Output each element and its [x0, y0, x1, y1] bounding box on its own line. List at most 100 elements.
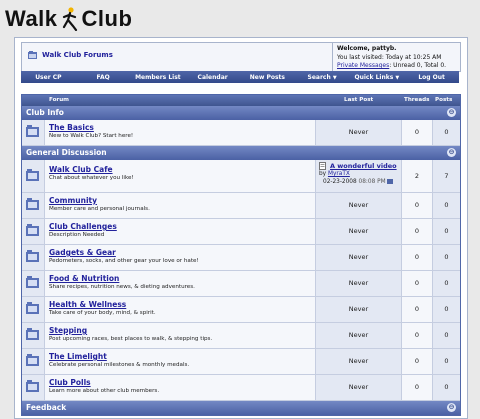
forum-home-icon — [28, 51, 37, 59]
forum-link[interactable]: Stepping — [49, 326, 87, 335]
forum-row-gadgets-gear: Gadgets & Gear Pedometers, socks, and ot… — [22, 245, 460, 271]
menu-members-list-label: Members List — [135, 73, 181, 81]
go-to-post-icon[interactable] — [386, 179, 393, 184]
last-post-value: Never — [348, 201, 369, 209]
menu-search[interactable]: Search ▼ — [295, 74, 350, 81]
collapse-icon[interactable]: ⊖ — [447, 108, 456, 117]
menu-new-posts-label: New Posts — [249, 73, 285, 81]
category-name: Club Info — [26, 108, 64, 117]
forum-description: Pedometers, socks, and other gear your l… — [49, 258, 199, 264]
thread-count: 0 — [414, 253, 420, 261]
thread-count: 0 — [414, 331, 420, 339]
post-count: 7 — [444, 172, 449, 180]
category-general-discussion[interactable]: General Discussion ⊖ — [22, 146, 460, 160]
site-logo[interactable]: Walk Club — [5, 4, 132, 34]
forum-link[interactable]: Community — [49, 196, 97, 205]
forum-link[interactable]: Food & Nutrition — [49, 274, 119, 283]
chevron-down-icon: ▼ — [332, 74, 337, 81]
forum-link[interactable]: Gadgets & Gear — [49, 248, 116, 257]
forum-description: New to Walk Club? Start here! — [49, 133, 134, 139]
post-count: 0 — [444, 383, 449, 391]
forum-row-club-polls: Club Polls Learn more about other club m… — [22, 375, 460, 401]
col-last-post: Last Post — [344, 97, 374, 103]
collapse-icon[interactable]: ⊖ — [447, 403, 456, 412]
document-icon — [319, 162, 326, 170]
menu-log-out[interactable]: Log Out — [404, 74, 459, 81]
last-post-author: by MyraTX — [319, 171, 350, 177]
menu-calendar-label: Calendar — [197, 73, 228, 81]
forum-link[interactable]: The Limelight — [49, 352, 107, 361]
post-count: 0 — [444, 279, 449, 287]
forum-folder-icon — [26, 198, 39, 210]
last-post-value: Never — [348, 357, 369, 365]
post-count: 0 — [444, 201, 449, 209]
menu-faq-label: FAQ — [96, 73, 110, 81]
menu-members-list[interactable]: Members List — [131, 74, 186, 81]
logo-text-walk: Walk — [5, 6, 58, 31]
category-club-info[interactable]: Club Info ⊖ — [22, 106, 460, 120]
forum-folder-icon — [26, 169, 39, 181]
last-post-value: Never — [348, 279, 369, 287]
last-visited-text: You last visited: Today at 10:25 AM — [337, 53, 442, 61]
forum-description: Chat about whatever you like! — [49, 175, 134, 181]
collapse-icon[interactable]: ⊖ — [447, 148, 456, 157]
walker-icon — [62, 7, 77, 31]
chevron-down-icon: ▼ — [395, 74, 400, 81]
forum-description: Share recipes, nutrition news, & dieting… — [49, 284, 195, 290]
forum-description: Learn more about other club members. — [49, 388, 160, 394]
forum-description: Member care and personal journals. — [49, 206, 150, 212]
last-post-thread-link[interactable]: A wonderful video — [330, 162, 397, 170]
author-link[interactable]: MyraTX — [328, 171, 350, 177]
menu-quick-links[interactable]: Quick Links ▼ — [350, 74, 405, 81]
menu-user-cp[interactable]: User CP — [21, 74, 76, 81]
logo-text-club: Club — [81, 6, 133, 31]
forum-row-health-wellness: Health & Wellness Take care of your body… — [22, 297, 460, 323]
category-feedback[interactable]: Feedback ⊖ — [22, 401, 460, 415]
forum-link[interactable]: The Basics — [49, 123, 94, 132]
category-name: Feedback — [26, 403, 67, 412]
col-posts: Posts — [435, 97, 453, 103]
post-count: 0 — [444, 357, 449, 365]
forum-row-the-basics: The Basics New to Walk Club? Start here!… — [22, 120, 460, 146]
category-name: General Discussion — [26, 148, 107, 157]
thread-count: 0 — [414, 305, 420, 313]
menu-faq[interactable]: FAQ — [76, 74, 131, 81]
forum-folder-icon — [26, 380, 39, 392]
forum-link[interactable]: Health & Wellness — [49, 300, 126, 309]
breadcrumb: Walk Club Forums — [28, 51, 113, 59]
post-count: 0 — [444, 227, 449, 235]
forum-link[interactable]: Club Challenges — [49, 222, 117, 231]
forum-folder-icon — [26, 250, 39, 262]
date-text: 02-23-2008 — [323, 179, 357, 185]
last-post-value: Never — [348, 227, 369, 235]
post-count: 0 — [444, 253, 449, 261]
forum-folder-icon — [26, 224, 39, 236]
forum-folder-icon — [26, 328, 39, 340]
table-header: Forum Last Post Threads Posts — [22, 95, 460, 106]
forum-description: Post upcoming races, best places to walk… — [49, 336, 213, 342]
pm-counts: : Unread 0, Total 0. — [389, 62, 447, 69]
forum-row-club-challenges: Club Challenges Description Needed Never… — [22, 219, 460, 245]
last-post-value: Never — [348, 383, 369, 391]
thread-count: 0 — [414, 201, 420, 209]
col-threads: Threads — [404, 97, 430, 103]
forum-description: Celebrate personal milestones & monthly … — [49, 362, 190, 368]
last-post-date: 02-23-2008 08:08 PM — [323, 179, 393, 185]
menu-new-posts[interactable]: New Posts — [240, 74, 295, 81]
thread-count: 2 — [414, 172, 420, 180]
author-prefix: by — [319, 171, 328, 177]
forum-title-link[interactable]: Walk Club Forums — [42, 51, 113, 59]
thread-count: 0 — [414, 383, 420, 391]
forum-folder-icon — [26, 276, 39, 288]
menu-calendar[interactable]: Calendar — [185, 74, 240, 81]
forum-link[interactable]: Walk Club Cafe — [49, 165, 113, 174]
col-forum: Forum — [49, 97, 70, 103]
forum-folder-icon — [26, 354, 39, 366]
menu-search-label: Search — [307, 73, 331, 81]
thread-count: 0 — [414, 357, 420, 365]
forum-table: Forum Last Post Threads Posts Club Info … — [21, 94, 461, 416]
post-count: 0 — [444, 305, 449, 313]
forum-row-the-limelight: The Limelight Celebrate personal milesto… — [22, 349, 460, 375]
forum-link[interactable]: Club Polls — [49, 378, 91, 387]
private-messages-link[interactable]: Private Messages — [337, 62, 389, 69]
